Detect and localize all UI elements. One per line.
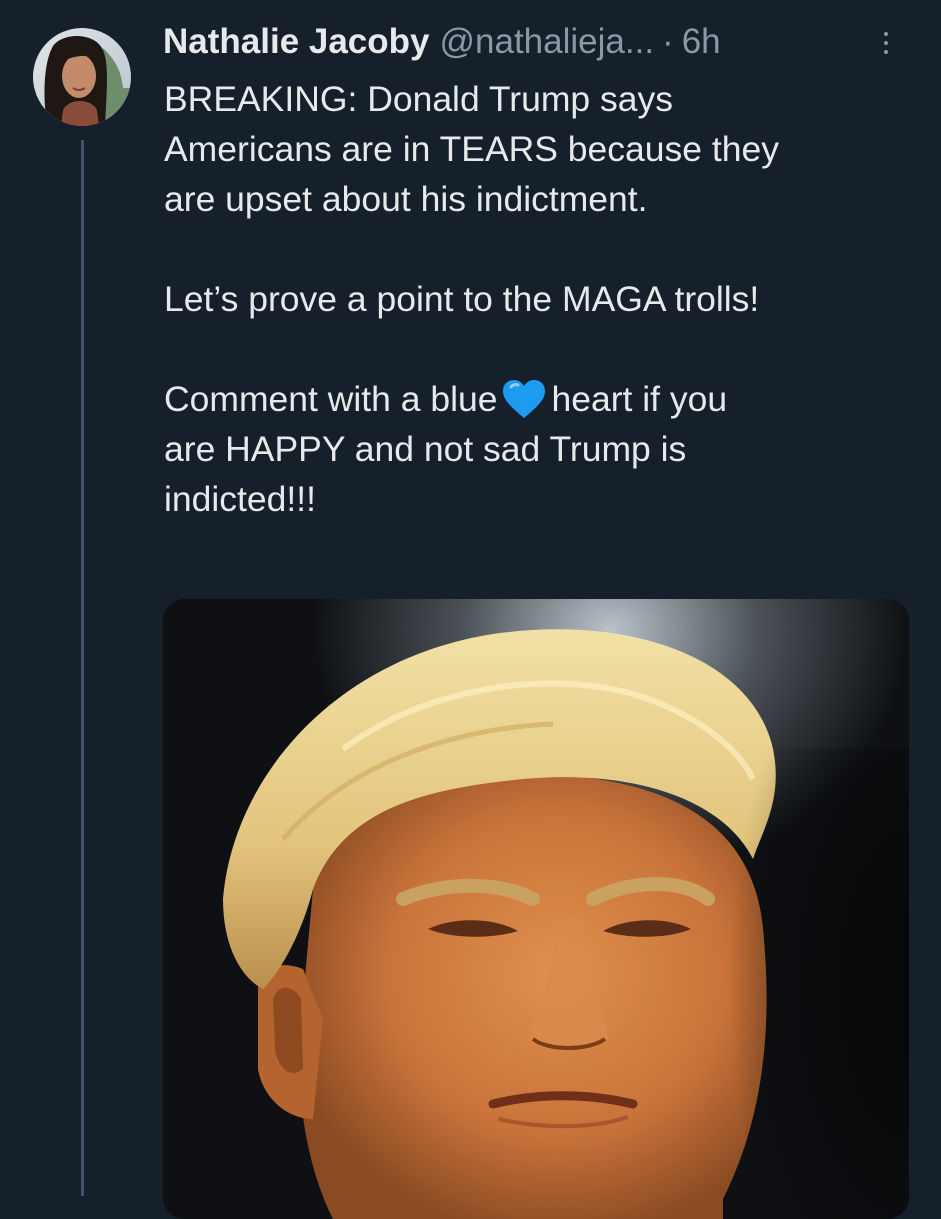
tweet-text-line: are HAPPY and not sad Trump is <box>164 429 687 469</box>
timestamp[interactable]: 6h <box>682 22 721 62</box>
tweet-text: BREAKING: Donald Trump says Americans ar… <box>164 74 924 524</box>
thread-line <box>81 140 84 1196</box>
tweet-text-fragment: heart if you <box>551 379 728 419</box>
blue-heart-icon <box>503 380 546 418</box>
tweet-text-line: Comment with a blue heart if you <box>164 374 924 424</box>
tweet-text-line: indicted!!! <box>164 479 316 519</box>
tweet-text-line: BREAKING: Donald Trump says <box>164 79 674 119</box>
tweet-text-line: are upset about his indictment. <box>164 179 648 219</box>
more-options-icon[interactable] <box>872 26 900 60</box>
tweet-media[interactable] <box>163 599 909 1219</box>
tweet-text-line: Americans are in TEARS because they <box>164 129 779 169</box>
handle[interactable]: @nathalieja... <box>440 22 655 62</box>
tweet-header: Nathalie Jacoby @nathalieja... · 6h <box>163 18 903 66</box>
media-photo <box>163 599 909 1219</box>
avatar-image <box>33 28 131 126</box>
display-name[interactable]: Nathalie Jacoby <box>163 22 430 62</box>
tweet-text-fragment: Comment with a blue <box>164 379 498 419</box>
avatar[interactable] <box>33 28 131 126</box>
tweet-text-line: Let’s prove a point to the MAGA trolls! <box>164 279 760 319</box>
separator-dot: · <box>662 22 674 61</box>
